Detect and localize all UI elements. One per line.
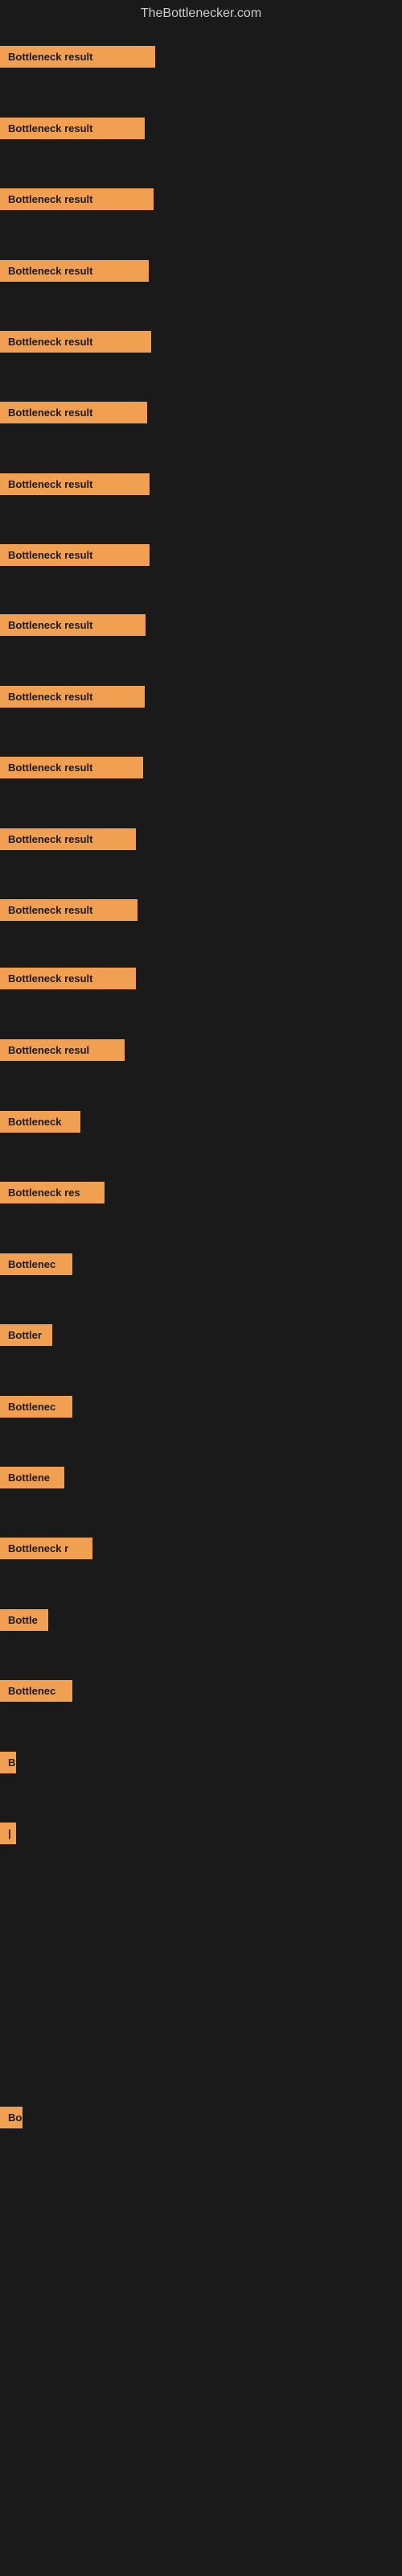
bottleneck-item-2[interactable]: Bottleneck result [0, 118, 145, 139]
bottleneck-item-5[interactable]: Bottleneck result [0, 331, 151, 353]
bottleneck-item-23[interactable]: Bottle [0, 1609, 48, 1631]
bottleneck-item-17[interactable]: Bottleneck res [0, 1182, 105, 1203]
bottleneck-item-13[interactable]: Bottleneck result [0, 899, 137, 921]
bottleneck-item-27[interactable]: Bo [0, 2107, 23, 2128]
bottleneck-item-14[interactable]: Bottleneck result [0, 968, 136, 989]
bottleneck-item-25[interactable]: B [0, 1752, 16, 1773]
bottleneck-item-24[interactable]: Bottlenec [0, 1680, 72, 1702]
site-title: TheBottlenecker.com [0, 0, 402, 27]
bottleneck-item-4[interactable]: Bottleneck result [0, 260, 149, 282]
bottleneck-item-9[interactable]: Bottleneck result [0, 614, 146, 636]
bottleneck-item-16[interactable]: Bottleneck [0, 1111, 80, 1133]
bottleneck-item-7[interactable]: Bottleneck result [0, 473, 150, 495]
bottleneck-item-11[interactable]: Bottleneck result [0, 757, 143, 778]
bottleneck-item-22[interactable]: Bottleneck r [0, 1538, 92, 1559]
bottleneck-item-12[interactable]: Bottleneck result [0, 828, 136, 850]
bottleneck-item-15[interactable]: Bottleneck resul [0, 1039, 125, 1061]
bottleneck-item-20[interactable]: Bottlenec [0, 1396, 72, 1418]
bottleneck-item-1[interactable]: Bottleneck result [0, 46, 155, 68]
bottleneck-item-21[interactable]: Bottlene [0, 1467, 64, 1488]
bottleneck-item-18[interactable]: Bottlenec [0, 1253, 72, 1275]
bottleneck-item-3[interactable]: Bottleneck result [0, 188, 154, 210]
bottleneck-item-6[interactable]: Bottleneck result [0, 402, 147, 423]
bottleneck-item-10[interactable]: Bottleneck result [0, 686, 145, 708]
bottleneck-item-26[interactable]: | [0, 1823, 16, 1844]
bottleneck-item-19[interactable]: Bottler [0, 1324, 52, 1346]
bottleneck-item-8[interactable]: Bottleneck result [0, 544, 150, 566]
